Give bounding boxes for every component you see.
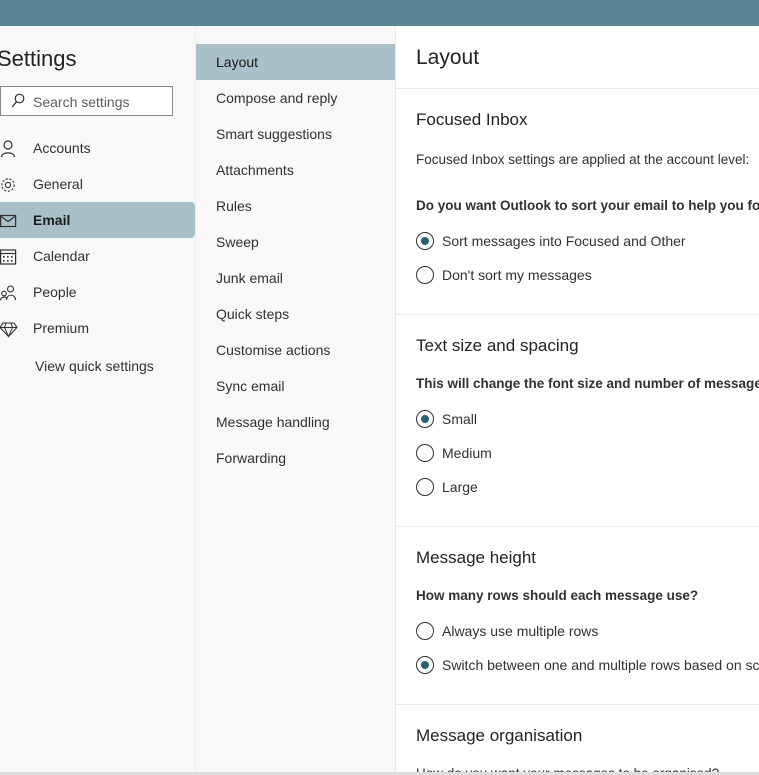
submenu-item-rules[interactable]: Rules <box>196 188 395 224</box>
submenu-item-label: Compose and reply <box>216 90 338 106</box>
divider <box>396 88 759 89</box>
email-submenu: Layout Compose and reply Smart suggestio… <box>196 26 396 775</box>
submenu-item-label: Rules <box>216 198 252 214</box>
radio-label: Switch between one and multiple rows bas… <box>442 657 759 673</box>
section-title-message-organisation: Message organisation <box>416 726 583 745</box>
submenu-item-layout[interactable]: Layout <box>196 44 395 80</box>
email-submenu-list: Layout Compose and reply Smart suggestio… <box>196 44 395 476</box>
people-icon <box>0 285 17 301</box>
text-size-question: This will change the font size and numbe… <box>416 376 759 391</box>
calendar-icon <box>0 249 17 265</box>
search-placeholder: Search settings <box>33 94 130 110</box>
settings-nav: Accounts General Email Calendar People P… <box>0 130 195 346</box>
submenu-item-smart-suggestions[interactable]: Smart suggestions <box>196 116 395 152</box>
message-height-question: How many rows should each message use? <box>416 588 699 603</box>
submenu-item-label: Message handling <box>216 414 330 430</box>
radio-label: Always use multiple rows <box>442 623 599 639</box>
submenu-item-quick-steps[interactable]: Quick steps <box>196 296 395 332</box>
submenu-item-message-handling[interactable]: Message handling <box>196 404 395 440</box>
submenu-item-label: Forwarding <box>216 450 287 466</box>
submenu-item-label: Junk email <box>216 270 283 286</box>
submenu-item-label: Sweep <box>216 234 259 250</box>
radio-circle-selected[interactable] <box>416 232 434 250</box>
submenu-item-forwarding[interactable]: Forwarding <box>196 440 395 476</box>
submenu-item-label: Quick steps <box>216 306 290 322</box>
submenu-item-sync-email[interactable]: Sync email <box>196 368 395 404</box>
submenu-item-customise-actions[interactable]: Customise actions <box>196 332 395 368</box>
radio-circle-selected[interactable] <box>416 656 434 674</box>
search-icon <box>11 93 25 108</box>
nav-item-label: Email <box>33 212 71 228</box>
focused-inbox-note: Focused Inbox settings are applied at th… <box>416 152 750 167</box>
submenu-item-junk-email[interactable]: Junk email <box>196 260 395 296</box>
submenu-item-label: Sync email <box>216 378 285 394</box>
diamond-icon <box>0 322 18 338</box>
radio-circle[interactable] <box>416 444 434 462</box>
radio-circle[interactable] <box>416 622 434 640</box>
submenu-item-label: Smart suggestions <box>216 126 332 142</box>
settings-title: Settings <box>0 46 77 71</box>
layout-settings-panel: Layout Focused Inbox Focused Inbox setti… <box>396 26 759 775</box>
submenu-item-label: Attachments <box>216 162 294 178</box>
nav-item-label: Accounts <box>33 140 91 156</box>
radio-label: Don't sort my messages <box>442 267 592 283</box>
page-title: Layout <box>416 46 480 69</box>
radio-circle-selected[interactable] <box>416 410 434 428</box>
nav-item-accounts[interactable]: Accounts <box>0 130 195 166</box>
top-bar <box>0 0 759 26</box>
nav-item-label: General <box>33 176 83 192</box>
divider <box>396 704 759 705</box>
mail-icon <box>0 214 17 228</box>
section-title-message-height: Message height <box>416 548 537 567</box>
nav-item-email[interactable]: Email <box>0 202 195 238</box>
divider <box>396 314 759 315</box>
radio-circle[interactable] <box>416 478 434 496</box>
nav-item-general[interactable]: General <box>0 166 195 202</box>
radio-label: Large <box>442 479 478 495</box>
radio-label: Small <box>442 411 478 427</box>
nav-item-people[interactable]: People <box>0 274 195 310</box>
focused-inbox-question: Do you want Outlook to sort your email t… <box>416 198 759 213</box>
divider <box>396 526 759 527</box>
submenu-item-compose-and-reply[interactable]: Compose and reply <box>196 80 395 116</box>
nav-item-label: People <box>33 284 77 300</box>
section-title-focused-inbox: Focused Inbox <box>416 110 528 129</box>
settings-sidebar: Settings Search settings Accounts Genera… <box>0 26 196 775</box>
nav-item-label: Premium <box>33 320 90 336</box>
submenu-item-sweep[interactable]: Sweep <box>196 224 395 260</box>
view-quick-settings-link[interactable]: View quick settings <box>35 358 154 374</box>
nav-item-calendar[interactable]: Calendar <box>0 238 195 274</box>
submenu-item-label: Layout <box>216 54 259 70</box>
submenu-item-attachments[interactable]: Attachments <box>196 152 395 188</box>
section-title-text-size: Text size and spacing <box>416 336 579 355</box>
person-icon <box>0 140 16 158</box>
submenu-item-label: Customise actions <box>216 342 331 358</box>
radio-label: Medium <box>442 445 492 461</box>
radio-label: Sort messages into Focused and Other <box>442 233 686 249</box>
radio-circle[interactable] <box>416 266 434 284</box>
nav-item-premium[interactable]: Premium <box>0 310 195 346</box>
nav-item-label: Calendar <box>33 248 90 264</box>
gear-icon <box>1 178 15 192</box>
search-settings-input[interactable]: Search settings <box>0 86 173 116</box>
